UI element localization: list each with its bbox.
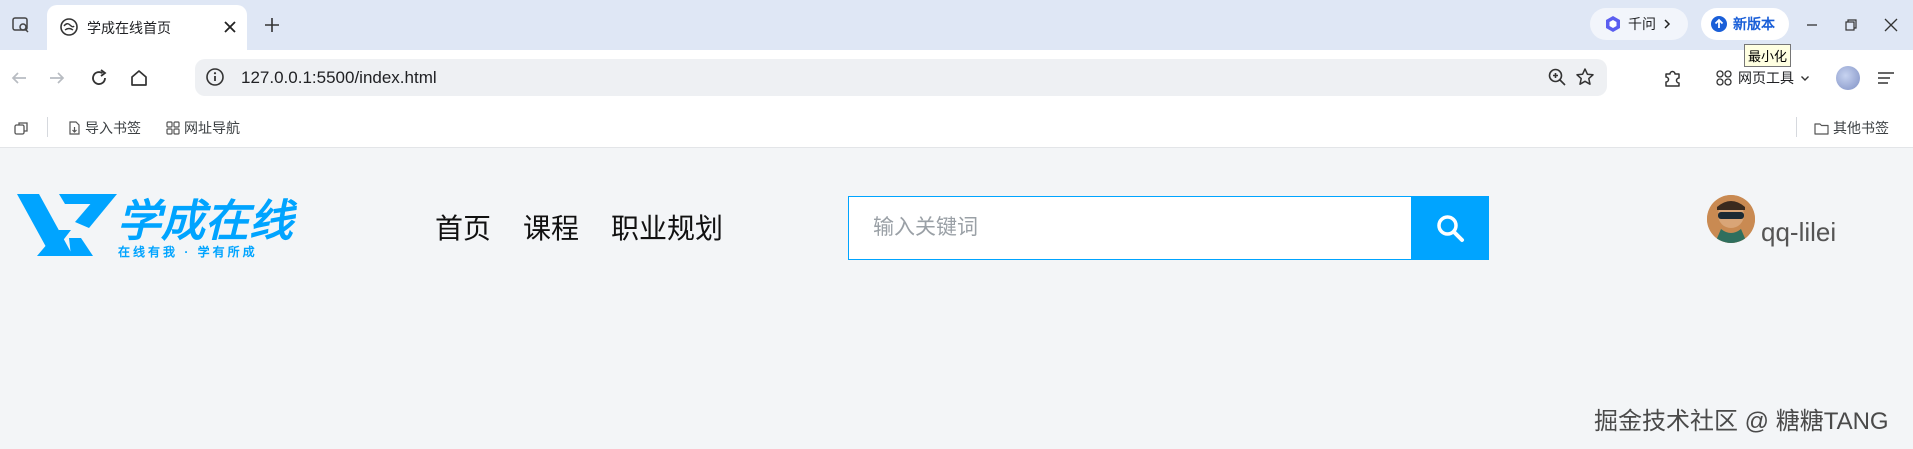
qianwen-label: 千问 (1628, 16, 1656, 32)
site-nav-label: 网址导航 (184, 120, 240, 136)
address-bar[interactable]: 127.0.0.1:5500/index.html (195, 59, 1607, 96)
restore-button[interactable] (1836, 10, 1866, 40)
favicon-icon (60, 18, 78, 36)
tab-groups-button[interactable] (10, 117, 32, 139)
apps-grid-icon (166, 121, 180, 135)
bookmarks-bar: 导入书签 网址导航 其他书签 (0, 106, 1913, 148)
bookmarks-divider (47, 117, 48, 137)
puzzle-icon (1665, 70, 1680, 87)
nav-item-career[interactable]: 职业规划 (611, 211, 723, 247)
search-icon (1437, 215, 1464, 242)
minimize-tooltip: 最小化 (1744, 44, 1792, 67)
close-icon (224, 21, 236, 33)
folder-icon (1814, 122, 1829, 135)
watermark: 掘金技术社区 @ 糖糖TANG (1594, 408, 1889, 435)
import-bookmarks-label: 导入书签 (85, 120, 141, 136)
back-button[interactable] (4, 63, 34, 93)
avatar-image (1707, 195, 1755, 243)
site-logo[interactable]: 学成在线 在线有我 · 学有所成 (17, 194, 322, 264)
active-tab[interactable]: 学成在线首页 (47, 5, 247, 50)
tab-close-button[interactable] (219, 16, 241, 38)
minimize-icon (1807, 24, 1817, 26)
nav-item-courses[interactable]: 课程 (523, 211, 579, 247)
bookmark-star-icon[interactable] (1575, 67, 1595, 87)
close-window-button[interactable] (1876, 10, 1906, 40)
new-version-button[interactable]: 新版本 (1701, 8, 1789, 40)
upgrade-arrow-icon (1711, 16, 1727, 32)
profile-avatar[interactable] (1836, 66, 1860, 90)
site-nav-item[interactable]: 网址导航 (166, 117, 240, 139)
grid-icon (1716, 70, 1732, 86)
menu-icon (1878, 72, 1894, 84)
extensions-button[interactable] (1658, 63, 1688, 93)
bookmarks-divider-right (1796, 117, 1797, 137)
reload-button[interactable] (84, 63, 114, 93)
new-tab-button[interactable] (258, 11, 286, 39)
tab-title: 学成在线首页 (87, 20, 171, 36)
close-window-icon (1884, 18, 1898, 32)
home-button[interactable] (124, 63, 154, 93)
user-avatar[interactable] (1707, 195, 1755, 243)
forward-arrow-icon (50, 72, 65, 84)
new-version-label: 新版本 (1733, 16, 1775, 32)
forward-button[interactable] (42, 63, 72, 93)
url-text[interactable]: 127.0.0.1:5500/index.html (241, 68, 437, 88)
web-tools-button[interactable]: 网页工具 (1716, 64, 1810, 92)
tab-bar: 学成在线首页 千问 新版本 (0, 0, 1913, 50)
import-file-icon (69, 121, 80, 135)
search-box (848, 196, 1413, 260)
plus-icon (265, 18, 279, 32)
logo-slogan: 在线有我 · 学有所成 (118, 244, 258, 259)
site-info-icon[interactable] (205, 67, 225, 87)
menu-button[interactable] (1872, 64, 1900, 92)
other-bookmarks-label: 其他书签 (1833, 120, 1889, 136)
tab-search-icon (12, 17, 29, 33)
chevron-down-icon (1801, 76, 1809, 81)
chevron-right-icon (1664, 19, 1671, 29)
back-arrow-icon (11, 72, 26, 84)
search-input[interactable] (849, 197, 1412, 259)
reload-icon (92, 69, 107, 85)
nav-item-home[interactable]: 首页 (435, 211, 491, 247)
minimize-button[interactable] (1797, 10, 1827, 40)
logo-title: 学成在线 (117, 197, 298, 246)
home-icon (131, 70, 147, 86)
web-tools-label: 网页工具 (1738, 70, 1794, 86)
tab-search-button[interactable] (6, 10, 36, 40)
zoom-icon[interactable] (1547, 67, 1567, 87)
restore-icon (1845, 19, 1857, 31)
search-button[interactable] (1411, 196, 1489, 260)
import-bookmarks-item[interactable]: 导入书签 (67, 117, 141, 139)
main-nav: 首页 课程 职业规划 (435, 211, 723, 247)
qianwen-icon (1606, 16, 1620, 32)
qianwen-button[interactable]: 千问 (1590, 8, 1688, 40)
copy-icon (13, 121, 28, 135)
page-content: 学成在线 在线有我 · 学有所成 首页 课程 职业规划 qq-lilei 掘金技… (0, 149, 1913, 449)
other-bookmarks-item[interactable]: 其他书签 (1814, 117, 1889, 139)
address-toolbar: 127.0.0.1:5500/index.html 网页工具 (0, 50, 1913, 106)
username[interactable]: qq-lilei (1761, 217, 1836, 248)
